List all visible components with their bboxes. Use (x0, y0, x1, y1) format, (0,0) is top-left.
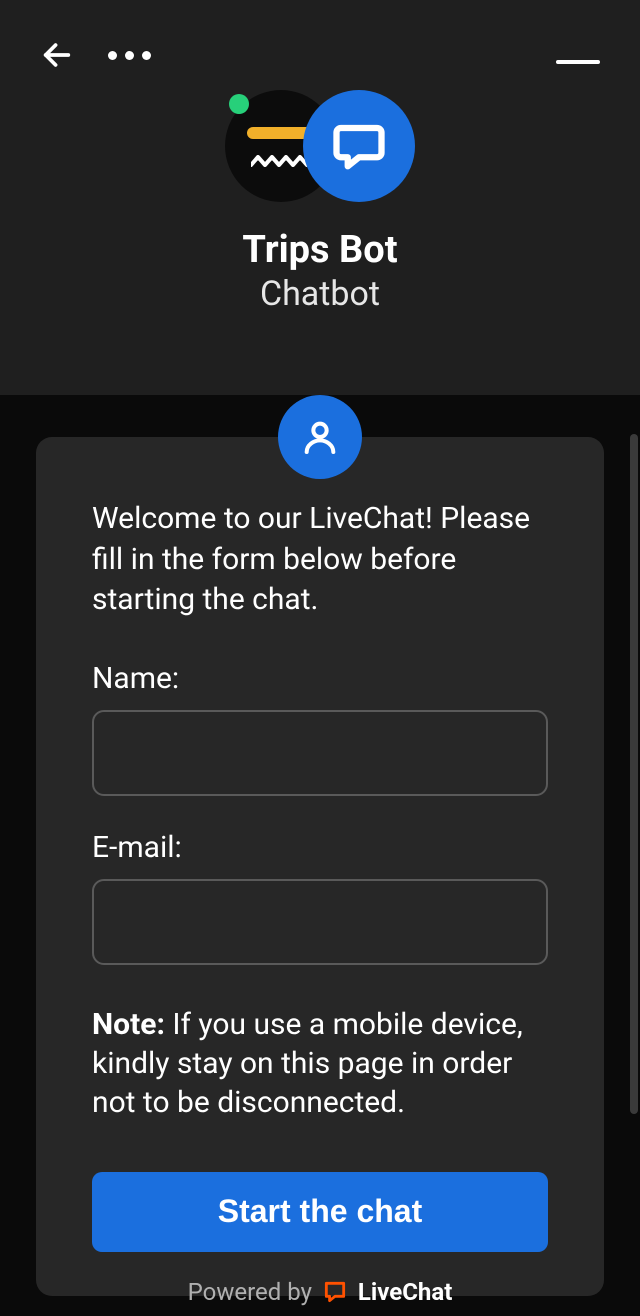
name-label: Name: (92, 661, 548, 696)
email-label: E-mail: (92, 830, 548, 865)
name-input[interactable] (92, 710, 548, 796)
chat-header: Trips Bot Chatbot (0, 0, 640, 395)
chat-body: Welcome to our LiveChat! Please fill in … (0, 437, 640, 1296)
email-input[interactable] (92, 879, 548, 965)
presence-online-icon (229, 94, 249, 114)
note-prefix: Note: (92, 1007, 165, 1042)
scrollbar[interactable] (630, 434, 638, 1114)
user-badge (278, 395, 362, 479)
footer[interactable]: Powered by LiveChat (0, 1278, 640, 1306)
note-text: Note: If you use a mobile device, kindly… (92, 1005, 548, 1122)
more-options-button[interactable] (108, 51, 151, 60)
minimize-button[interactable] (556, 60, 600, 64)
chat-bubble-icon (332, 119, 386, 173)
powered-by-label: Powered by (188, 1278, 312, 1306)
start-chat-button[interactable]: Start the chat (92, 1172, 548, 1252)
livechat-logo-icon (322, 1279, 348, 1305)
user-icon (300, 417, 340, 457)
chat-bubble-avatar (303, 90, 415, 202)
brand-label: LiveChat (358, 1278, 452, 1306)
topbar (0, 0, 640, 72)
prechat-form-card: Welcome to our LiveChat! Please fill in … (36, 437, 604, 1296)
welcome-text: Welcome to our LiveChat! Please fill in … (92, 499, 548, 621)
back-button[interactable] (40, 38, 74, 72)
bot-title: Trips Bot (0, 228, 640, 272)
avatar-group (0, 90, 640, 202)
title-block: Trips Bot Chatbot (0, 228, 640, 314)
more-horizontal-icon (108, 51, 117, 60)
bot-subtitle: Chatbot (0, 274, 640, 314)
arrow-left-icon (40, 38, 74, 72)
